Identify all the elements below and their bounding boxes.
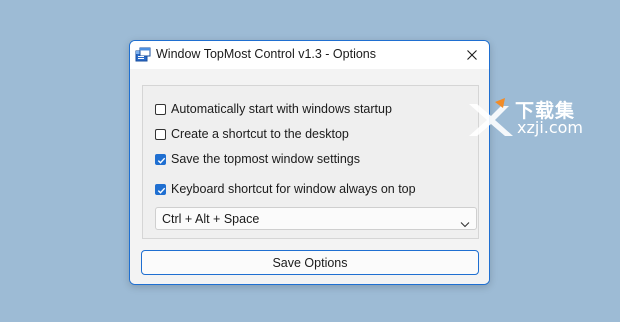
option-keyboard-shortcut[interactable]: Keyboard shortcut for window always on t… [155, 182, 416, 196]
title-bar[interactable]: Window TopMost Control v1.3 - Options [130, 41, 489, 69]
watermark-text-en: xzji.com [517, 118, 584, 137]
app-window-icon [135, 47, 151, 63]
shortcut-select[interactable]: Ctrl + Alt + Space [155, 207, 477, 230]
dialog-content: Automatically start with windows startup… [130, 69, 489, 284]
desktop-shortcut-label: Create a shortcut to the desktop [171, 127, 349, 141]
shortcut-select-value: Ctrl + Alt + Space [162, 212, 260, 226]
options-dialog: Window TopMost Control v1.3 - Options Au… [129, 40, 490, 285]
site-watermark: 下载集 xzji.com [465, 96, 615, 146]
options-group: Automatically start with windows startup… [142, 85, 479, 239]
autostart-label: Automatically start with windows startup [171, 102, 392, 116]
watermark-logo-icon [469, 98, 513, 136]
checkmark-icon [157, 157, 166, 164]
close-icon [467, 50, 477, 60]
save-topmost-checkbox[interactable] [155, 153, 166, 165]
autostart-checkbox[interactable] [155, 103, 166, 115]
option-desktop-shortcut[interactable]: Create a shortcut to the desktop [155, 127, 349, 141]
option-save-topmost[interactable]: Save the topmost window settings [155, 152, 360, 166]
checkmark-icon [157, 187, 166, 194]
keyboard-shortcut-checkbox[interactable] [155, 183, 166, 195]
chevron-down-icon [460, 215, 470, 233]
option-autostart[interactable]: Automatically start with windows startup [155, 102, 392, 116]
desktop-shortcut-checkbox[interactable] [155, 128, 166, 140]
window-title: Window TopMost Control v1.3 - Options [156, 47, 377, 61]
save-options-button[interactable]: Save Options [141, 250, 479, 275]
desktop-background: Window TopMost Control v1.3 - Options Au… [0, 0, 620, 322]
close-button[interactable] [455, 41, 489, 69]
save-topmost-label: Save the topmost window settings [171, 152, 360, 166]
keyboard-shortcut-label: Keyboard shortcut for window always on t… [171, 182, 416, 196]
